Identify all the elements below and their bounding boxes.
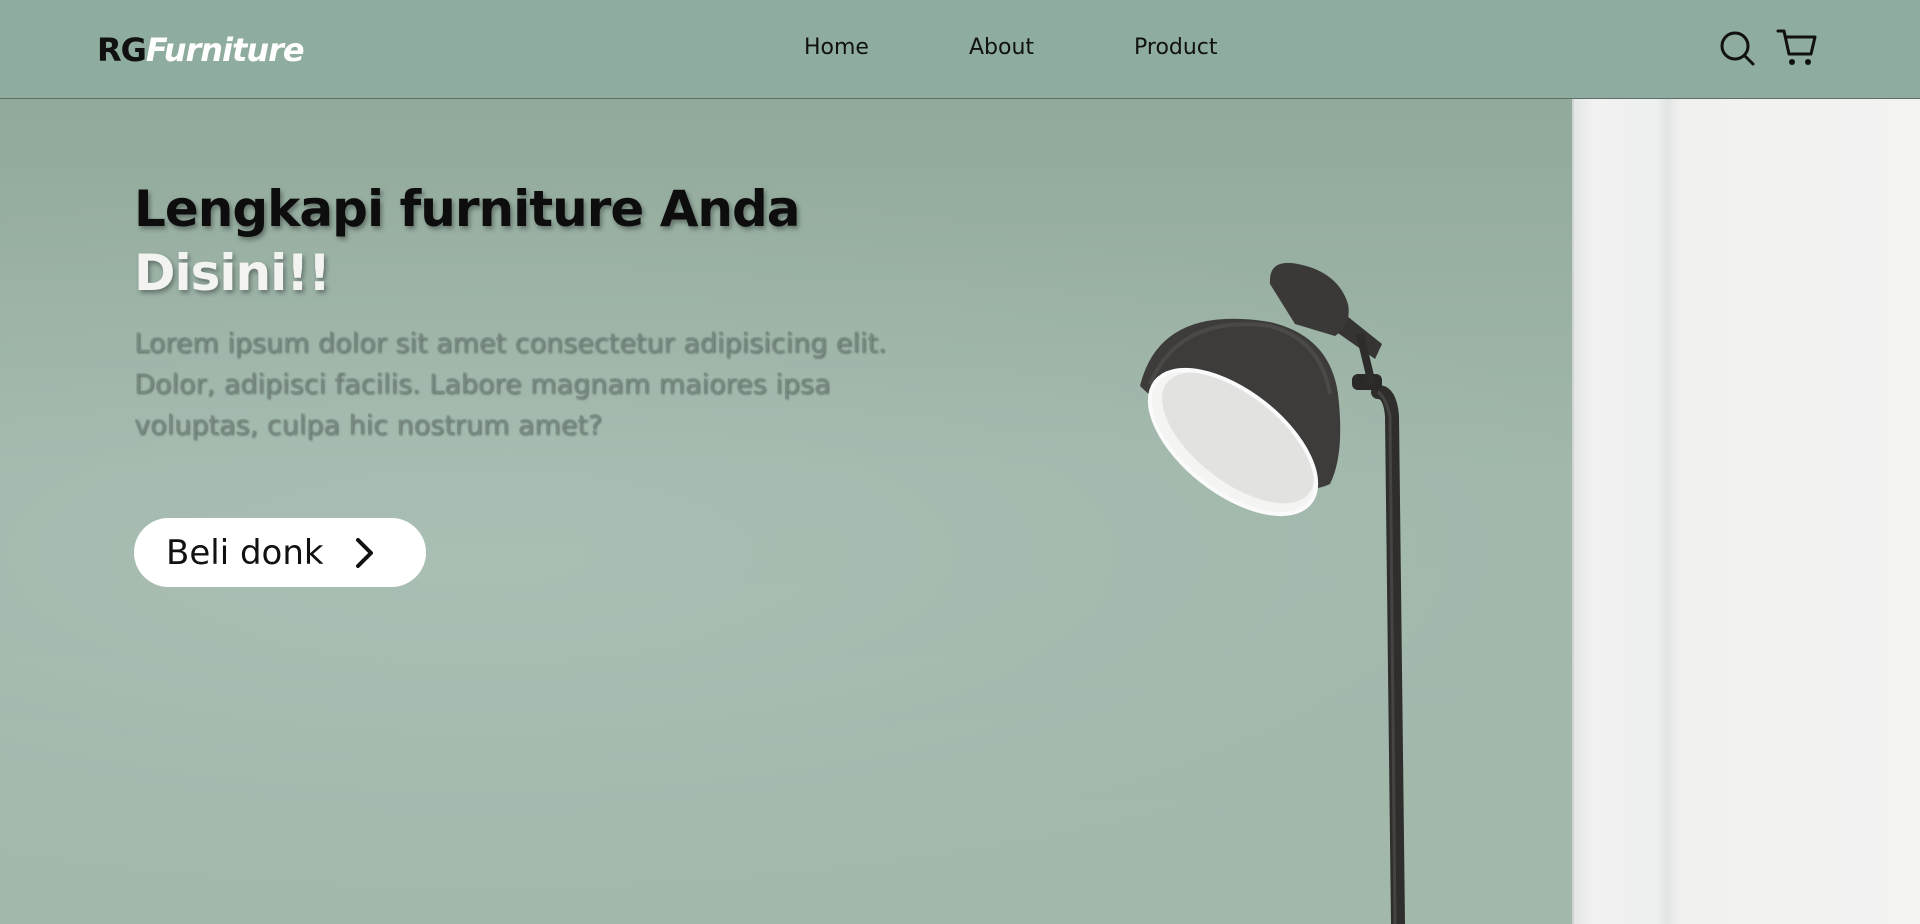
page: RGFurniture Home About Product Lengkapi …: [0, 0, 1920, 924]
nav-link-about[interactable]: About: [969, 33, 1034, 63]
hero-title-line1: Lengkapi furniture Anda: [134, 180, 801, 238]
chevron-right-icon: [355, 537, 373, 568]
hero-white-wall: [1572, 99, 1920, 924]
search-icon[interactable]: [1718, 28, 1758, 68]
nav-link-product[interactable]: Product: [1134, 33, 1218, 63]
hero-section: Lengkapi furniture Anda Disini!! Lorem i…: [0, 99, 1920, 924]
hero-title-line2: Disini!!: [134, 244, 331, 302]
cart-icon-graphic: [1776, 29, 1817, 65]
main-nav: Home About Product: [0, 33, 1920, 63]
buy-button-label: Beli donk: [166, 532, 324, 573]
hero-title: Lengkapi furniture Anda Disini!!: [134, 177, 954, 305]
floor-lamp-image: [1140, 262, 1405, 924]
search-icon-graphic: [1720, 31, 1755, 66]
cart-icon[interactable]: [1776, 28, 1817, 68]
buy-button[interactable]: Beli donk: [134, 518, 426, 587]
nav-link-home[interactable]: Home: [804, 33, 869, 63]
navbar: RGFurniture Home About Product: [0, 0, 1920, 99]
hero-description: Lorem ipsum dolor sit amet consectetur a…: [134, 328, 887, 441]
